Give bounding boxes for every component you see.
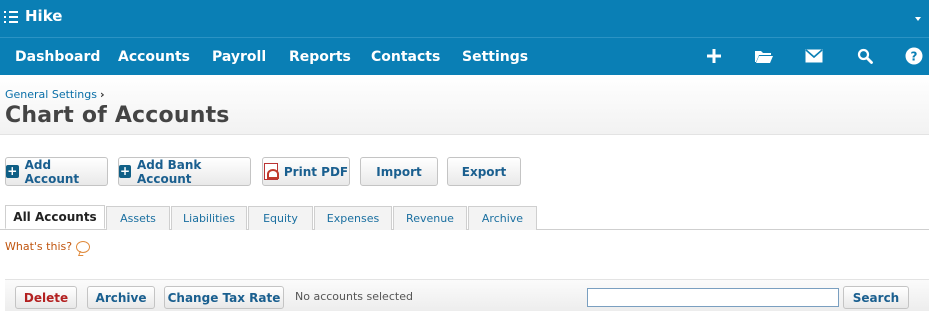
breadcrumb-separator: › [99,88,105,101]
search-button[interactable]: Search [843,286,909,309]
print-pdf-label: Print PDF [283,164,349,179]
tab-liabilities[interactable]: Liabilities [171,206,247,230]
search-icon[interactable] [855,46,875,66]
plus-icon[interactable] [704,46,724,66]
menu-icon[interactable] [4,9,18,23]
org-name[interactable]: Hike [25,7,62,25]
nav-reports[interactable]: Reports [289,49,351,65]
org-switcher[interactable]: Hike [4,7,62,25]
help-icon[interactable]: ? [904,46,924,66]
archive-button[interactable]: Archive [87,286,155,309]
nav-accounts[interactable]: Accounts [118,49,190,65]
nav-settings[interactable]: Settings [462,49,528,65]
tab-assets[interactable]: Assets [106,206,170,230]
top-bar: Hike [0,0,929,37]
add-icon: + [119,164,131,178]
pdf-icon [263,163,279,180]
print-pdf-button[interactable]: Print PDF [262,157,350,186]
add-icon: + [6,164,19,178]
mail-icon[interactable] [804,46,824,66]
import-button[interactable]: Import [360,157,438,186]
search-input[interactable] [587,288,839,307]
tab-equity[interactable]: Equity [248,206,313,230]
breadcrumb: General Settings › [5,88,105,101]
page-title: Chart of Accounts [5,103,230,128]
page-header: General Settings › Chart of Accounts [0,75,929,135]
breadcrumb-general-settings[interactable]: General Settings [5,88,97,101]
change-tax-rate-button[interactable]: Change Tax Rate [164,286,284,309]
nav-contacts[interactable]: Contacts [371,49,440,65]
tab-all-accounts[interactable]: All Accounts [5,205,105,229]
tab-revenue[interactable]: Revenue [393,206,467,230]
tab-archive[interactable]: Archive [468,206,537,230]
add-account-label: Add Account [24,157,80,186]
action-bar: Delete Archive Change Tax Rate No accoun… [5,279,929,311]
chevron-down-icon[interactable] [915,17,921,21]
add-bank-account-label: Add Bank Account [136,157,202,186]
folder-icon[interactable] [754,46,774,66]
tab-expenses[interactable]: Expenses [314,206,392,230]
selection-status: No accounts selected [295,290,413,303]
export-button[interactable]: Export [447,157,521,186]
whats-this-link[interactable]: What's this? [5,240,91,253]
nav-dashboard[interactable]: Dashboard [15,49,100,65]
speech-bubble-icon [76,240,91,253]
add-bank-account-button[interactable]: + Add Bank Account [118,157,251,186]
main-nav: Dashboard Accounts Payroll Reports Conta… [0,37,929,75]
svg-text:?: ? [911,50,918,64]
add-account-button[interactable]: + Add Account [5,157,108,186]
delete-button[interactable]: Delete [15,286,77,309]
nav-payroll[interactable]: Payroll [212,49,266,65]
whats-this-label: What's this? [5,240,73,253]
